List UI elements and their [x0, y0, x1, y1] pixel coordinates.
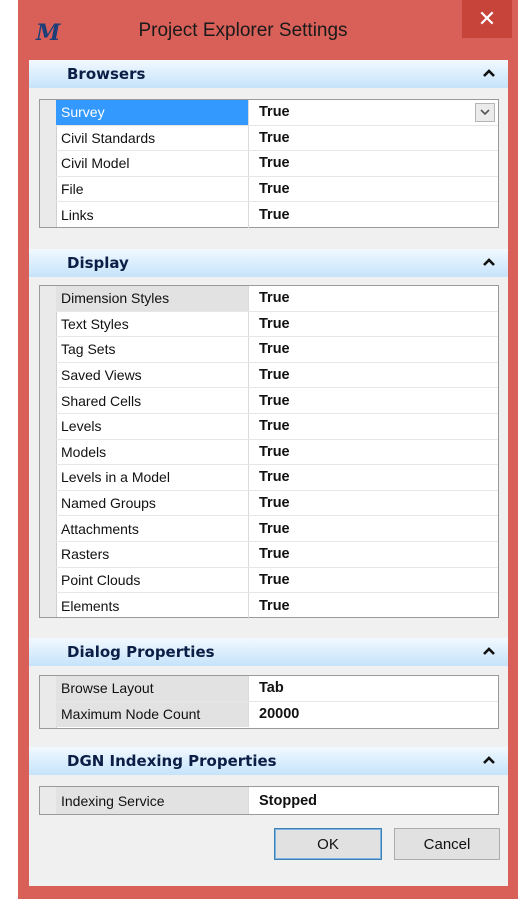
property-row-survey[interactable]: Survey True: [56, 100, 498, 126]
property-row-civil-standards[interactable]: Civil Standards True: [56, 125, 498, 152]
section-title: DGN Indexing Properties: [67, 752, 277, 770]
property-name: Levels: [56, 413, 249, 439]
property-name: Saved Views: [56, 362, 249, 388]
section-title: Browsers: [67, 65, 146, 83]
close-icon: ✕: [477, 6, 497, 32]
grid-gutter: [40, 676, 57, 728]
property-value[interactable]: True: [249, 568, 498, 593]
property-value[interactable]: True: [249, 337, 498, 362]
collapse-chevron-icon[interactable]: [479, 750, 499, 770]
property-value[interactable]: True: [249, 491, 498, 516]
collapse-chevron-icon[interactable]: [479, 252, 499, 272]
property-value[interactable]: True: [249, 593, 498, 619]
display-property-grid: Dimension Styles True Text Styles True T…: [39, 285, 499, 619]
property-name: Attachments: [56, 516, 249, 541]
property-name: Links: [56, 202, 249, 228]
property-name: Survey: [56, 100, 249, 125]
property-value[interactable]: True: [249, 100, 498, 125]
property-name: Text Styles: [56, 311, 249, 337]
property-value[interactable]: True: [249, 388, 498, 413]
property-name: Dimension Styles: [56, 286, 249, 311]
property-value[interactable]: Tab: [249, 676, 498, 701]
collapse-chevron-icon[interactable]: [479, 641, 499, 661]
property-row-shared-cells[interactable]: Shared Cells True: [56, 388, 498, 414]
dgn-indexing-properties-grid: Indexing Service Stopped: [39, 786, 499, 815]
section-title: Dialog Properties: [67, 643, 215, 661]
property-row-civil-model[interactable]: Civil Model True: [56, 151, 498, 177]
property-value[interactable]: Stopped: [249, 787, 498, 814]
title-bar[interactable]: M Project Explorer Settings ✕: [18, 0, 518, 60]
section-header-browsers[interactable]: Browsers: [29, 60, 508, 88]
property-row-links[interactable]: Links True: [56, 202, 498, 228]
property-name: Civil Model: [56, 151, 249, 176]
window-title: Project Explorer Settings: [138, 20, 348, 41]
property-value[interactable]: True: [249, 363, 498, 388]
ok-button[interactable]: OK: [274, 828, 382, 860]
section-header-dgn-indexing-properties[interactable]: DGN Indexing Properties: [29, 747, 508, 775]
property-name: Named Groups: [56, 490, 249, 516]
property-value[interactable]: True: [249, 465, 498, 490]
property-name: Levels in a Model: [56, 465, 249, 490]
property-value[interactable]: True: [249, 286, 498, 311]
property-name: Indexing Service: [56, 787, 249, 814]
dialog-client-area: Browsers Survey True Civil Standards Tru…: [29, 60, 508, 886]
property-name: Tag Sets: [56, 337, 249, 362]
project-explorer-settings-dialog: M Project Explorer Settings ✕ Browsers S…: [18, 0, 518, 899]
cancel-button[interactable]: Cancel: [394, 828, 500, 860]
property-name: Browse Layout: [56, 676, 249, 701]
property-value[interactable]: True: [249, 126, 498, 151]
section-header-display[interactable]: Display: [29, 249, 508, 277]
property-row-point-clouds[interactable]: Point Clouds True: [56, 567, 498, 594]
property-row-levels[interactable]: Levels True: [56, 413, 498, 440]
property-value[interactable]: 20000: [249, 702, 498, 728]
property-value[interactable]: True: [249, 151, 498, 176]
property-row-tag-sets[interactable]: Tag Sets True: [56, 337, 498, 363]
property-value[interactable]: True: [249, 516, 498, 541]
property-row-attachments[interactable]: Attachments True: [56, 516, 498, 542]
property-row-elements[interactable]: Elements True: [56, 593, 498, 619]
property-value[interactable]: True: [249, 202, 498, 228]
property-name: Point Clouds: [56, 567, 249, 593]
property-name: File: [56, 176, 249, 202]
property-name: Models: [56, 439, 249, 465]
grid-gutter: [40, 787, 57, 814]
property-row-levels-in-a-model[interactable]: Levels in a Model True: [56, 465, 498, 491]
property-value[interactable]: True: [249, 414, 498, 439]
chevron-down-icon: [480, 109, 490, 116]
property-row-maximum-node-count[interactable]: Maximum Node Count 20000: [56, 701, 498, 728]
section-header-dialog-properties[interactable]: Dialog Properties: [29, 638, 508, 666]
dialog-properties-grid: Browse Layout Tab Maximum Node Count 200…: [39, 675, 499, 729]
collapse-chevron-icon[interactable]: [479, 63, 499, 83]
property-row-browse-layout[interactable]: Browse Layout Tab: [56, 676, 498, 702]
property-name: Rasters: [56, 541, 249, 567]
browsers-property-grid: Survey True Civil Standards True Civil M…: [39, 99, 499, 228]
property-row-models[interactable]: Models True: [56, 439, 498, 466]
property-value[interactable]: True: [249, 542, 498, 567]
property-name: Maximum Node Count: [56, 701, 249, 728]
property-value[interactable]: True: [249, 312, 498, 337]
property-row-named-groups[interactable]: Named Groups True: [56, 490, 498, 517]
property-value[interactable]: True: [249, 440, 498, 465]
property-row-file[interactable]: File True: [56, 176, 498, 203]
property-value[interactable]: True: [249, 177, 498, 202]
value-dropdown-button[interactable]: [475, 103, 495, 122]
property-name: Elements: [56, 593, 249, 619]
grid-gutter: [40, 100, 57, 227]
close-button[interactable]: ✕: [462, 0, 512, 38]
property-row-indexing-service[interactable]: Indexing Service Stopped: [56, 787, 498, 814]
section-title: Display: [67, 254, 129, 272]
property-row-rasters[interactable]: Rasters True: [56, 541, 498, 568]
property-name: Shared Cells: [56, 388, 249, 413]
property-name: Civil Standards: [56, 125, 249, 151]
property-row-saved-views[interactable]: Saved Views True: [56, 362, 498, 389]
property-row-text-styles[interactable]: Text Styles True: [56, 311, 498, 338]
property-row-dimension-styles[interactable]: Dimension Styles True: [56, 286, 498, 312]
grid-gutter: [40, 286, 57, 617]
